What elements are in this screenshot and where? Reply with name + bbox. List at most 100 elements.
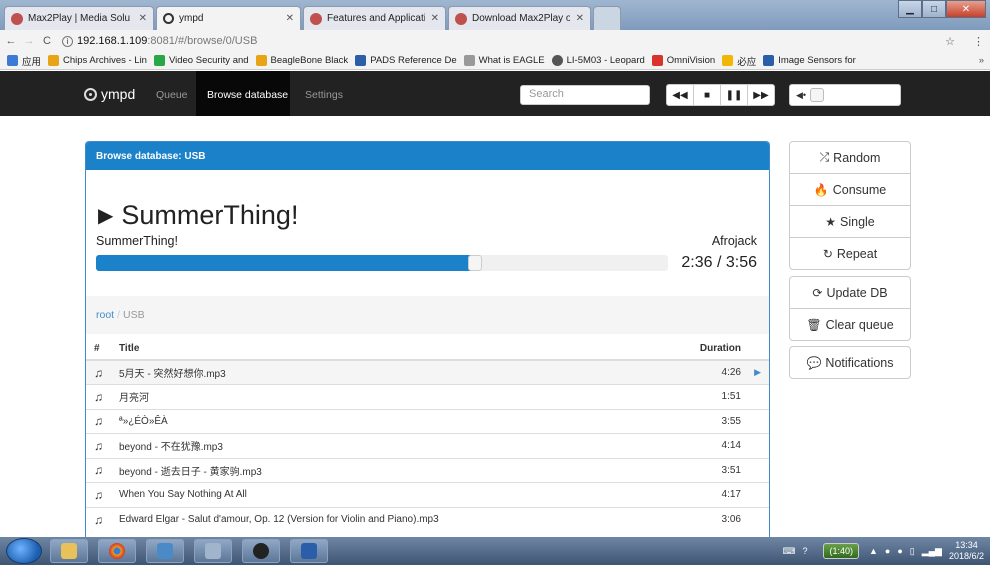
taskbar-word[interactable] <box>290 539 328 563</box>
track-duration: 1:51 <box>721 391 741 403</box>
ympd-icon <box>163 13 174 24</box>
taskbar-qq[interactable] <box>242 539 280 563</box>
table-row[interactable]: ♫ Edward Elgar - Salut d'amour, Op. 12 (V… <box>86 506 769 532</box>
brand[interactable]: ympd <box>84 86 135 102</box>
tab-ympd[interactable]: ympd ✕ <box>156 6 301 30</box>
next-button[interactable]: ▶▶ <box>747 84 775 106</box>
nav-queue[interactable]: Queue <box>156 89 188 101</box>
forward-icon[interactable]: → <box>22 35 36 47</box>
random-label: Random <box>833 150 881 165</box>
reload-icon[interactable]: C <box>40 35 54 47</box>
close-icon[interactable]: ✕ <box>139 13 147 24</box>
volume-slider[interactable]: ◀• <box>789 84 901 106</box>
windows-start-icon[interactable] <box>6 538 42 564</box>
pause-button[interactable]: ❚❚ <box>720 84 748 106</box>
repeat-button[interactable]: ↻ Repeat <box>789 237 911 270</box>
volume-handle[interactable] <box>810 88 824 102</box>
bookmark-favicon <box>722 55 734 66</box>
table-row[interactable]: ♫ beyond - 不在犹豫.mp3 4:14 <box>86 433 769 458</box>
table-row[interactable]: ♫ ª»¿ÉÒ»ÊÀ 3:55 <box>86 408 769 434</box>
tab-max2play[interactable]: Max2Play | Media Solu ✕ <box>4 6 154 30</box>
breadcrumb-root[interactable]: root <box>96 309 114 321</box>
maximize-icon[interactable]: □ <box>922 0 946 18</box>
bookmark-item[interactable]: 必应 <box>722 54 756 68</box>
song-progress-bar[interactable] <box>96 255 668 271</box>
new-tab-button[interactable] <box>593 6 621 30</box>
play-state-icon: ▶ <box>98 205 114 227</box>
bookmark-item[interactable]: Image Sensors for <box>763 55 856 66</box>
stop-icon: ■ <box>703 89 711 101</box>
close-icon[interactable]: ✕ <box>576 13 584 24</box>
progress-handle[interactable] <box>468 255 482 271</box>
music-note-icon: ♫ <box>86 384 111 409</box>
address-bar[interactable]: i 192.168.1.109:8081/#/browse/0/USB <box>62 35 945 47</box>
back-icon[interactable]: ← <box>4 35 18 47</box>
previous-button[interactable]: ◀◀ <box>666 84 694 106</box>
bookmark-label: What is EAGLE <box>478 55 545 66</box>
single-label: Single <box>840 214 875 229</box>
signal-icon[interactable]: ▂▄▆ <box>922 546 942 557</box>
table-row[interactable]: ♫ When You Say Nothing At All 4:17 <box>86 482 769 507</box>
bookmarks-overflow-icon[interactable]: » <box>979 55 984 66</box>
close-icon[interactable]: ✕ <box>286 13 294 24</box>
bookmark-favicon <box>48 55 60 66</box>
bookmarks-bar: 应用 Chips Archives - Lin Video Security a… <box>0 52 990 70</box>
bookmark-favicon <box>255 55 267 66</box>
bookmark-favicon <box>651 55 663 66</box>
search-input[interactable]: Search <box>520 85 650 105</box>
clear-queue-button[interactable]: 🗑 Clear queue <box>789 308 911 341</box>
bookmark-item[interactable]: What is EAGLE <box>463 55 545 66</box>
clock-time: 13:34 <box>955 540 978 550</box>
window-app-icon <box>157 543 173 559</box>
help-icon[interactable]: ? <box>802 546 807 556</box>
info-icon[interactable]: i <box>62 35 73 47</box>
bookmark-item[interactable]: PADS Reference De <box>355 55 457 66</box>
taskbar-app[interactable] <box>146 539 184 563</box>
nav-settings[interactable]: Settings <box>305 89 343 101</box>
tray-app-icon[interactable]: ● <box>897 546 902 556</box>
track-duration: 3:55 <box>721 415 741 427</box>
consume-button[interactable]: 🔥 Consume <box>789 173 911 206</box>
notifications-button[interactable]: 💬 Notifications <box>789 346 911 379</box>
bookmark-favicon <box>153 55 165 66</box>
table-row[interactable]: ♫ beyond - 逝去日子 - 黄家驹.mp3 3:51 <box>86 457 769 483</box>
music-note-icon: ♫ <box>86 506 111 532</box>
bookmark-item[interactable]: Video Security and <box>153 55 249 66</box>
url-host: 192.168.1.109 <box>77 35 148 47</box>
tray-app-icon[interactable]: ● <box>885 546 890 556</box>
stop-button[interactable]: ■ <box>693 84 721 106</box>
minimize-icon[interactable]: ▁ <box>898 0 922 18</box>
track-duration: 4:26 <box>721 367 741 378</box>
ympd-logo-icon <box>84 87 97 101</box>
menu-icon[interactable]: ⋮ <box>973 35 984 48</box>
taskbar-chrome[interactable] <box>98 539 136 563</box>
random-button[interactable]: ⤮ Random <box>789 141 911 174</box>
system-clock[interactable]: 13:34 2018/6/2 <box>949 540 984 562</box>
bookmark-star-icon[interactable]: ☆ <box>945 35 955 48</box>
taskbar-explorer[interactable] <box>50 539 88 563</box>
single-button[interactable]: ★ Single <box>789 205 911 238</box>
nav-browse-database[interactable]: Browse database <box>207 89 288 101</box>
bookmark-favicon <box>355 55 367 66</box>
update-db-button[interactable]: ⟳ Update DB <box>789 276 911 309</box>
bookmark-apps[interactable]: 应用 <box>7 54 41 68</box>
tab-download[interactable]: Download Max2Play o ✕ <box>448 6 591 30</box>
tray-expand-icon[interactable]: ▲ <box>869 546 878 556</box>
bookmark-item[interactable]: LI-5M03 - Leopard <box>551 55 645 66</box>
bookmark-item[interactable]: Chips Archives - Lin <box>48 55 147 66</box>
now-playing-title: ▶ SummerThing! <box>98 200 298 231</box>
table-row[interactable]: ♫ 5月天 - 突然好想你.mp3 4:26 ▶ <box>86 359 769 385</box>
window-close-icon[interactable]: ✕ <box>946 0 986 18</box>
network-status-pill[interactable]: (1:40) <box>823 543 859 559</box>
bookmark-item[interactable]: BeagleBone Black <box>255 55 348 66</box>
table-row[interactable]: ♫ 月亮河 1:51 <box>86 384 769 409</box>
tab-features[interactable]: Features and Applicati ✕ <box>303 6 446 30</box>
os-taskbar: ⌨ ? (1:40) ▲ ● ● ▯ ▂▄▆ 13:34 2018/6/2 <box>0 537 990 565</box>
tab-label: Max2Play | Media Solu <box>28 13 131 24</box>
taskbar-app[interactable] <box>194 539 232 563</box>
battery-icon[interactable]: ▯ <box>910 546 915 557</box>
track-title: beyond - 不在犹豫.mp3 <box>111 433 689 458</box>
close-icon[interactable]: ✕ <box>431 13 439 24</box>
keyboard-icon[interactable]: ⌨ <box>782 546 795 557</box>
bookmark-item[interactable]: OmniVision <box>651 55 715 66</box>
